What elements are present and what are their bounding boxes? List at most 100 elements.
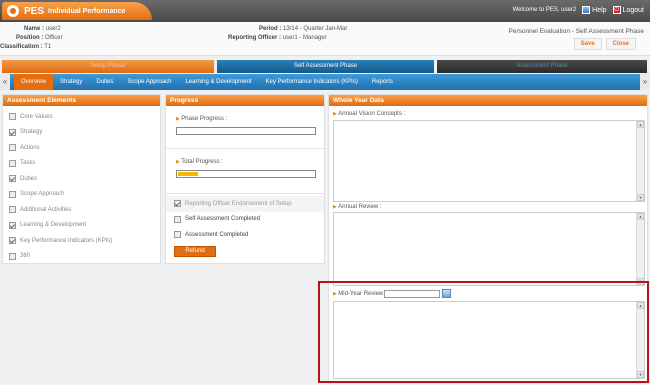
welcome-text: Welcome to PES, user2 (512, 7, 577, 13)
assessment-element-item[interactable]: Scope Approach (3, 187, 160, 203)
classification-label: Classification : (0, 44, 43, 50)
progress-check-label: Reporting Officer Endorsement of Setup (185, 200, 292, 207)
logout-link[interactable]: ⏻ Logout (612, 6, 644, 14)
phase-setup[interactable]: Setup Phase (2, 60, 214, 73)
tab-learning-development[interactable]: Learning & Development (178, 74, 258, 90)
checkbox[interactable] (174, 215, 181, 223)
section-tabs: « Overview Strategy Duties Scope Approac… (0, 74, 650, 90)
progress-panel: Progress Phase Progress : Total Progress… (165, 94, 325, 264)
help-label: Help (592, 6, 607, 14)
assessment-element-label: Actions (20, 144, 40, 151)
assessment-element-label: Tasks (20, 160, 36, 167)
scroll-up-icon[interactable]: ▲ (637, 213, 644, 220)
assessment-element-label: Learning & Development (20, 222, 87, 229)
checkbox[interactable] (9, 206, 16, 214)
logo-icon (7, 5, 19, 17)
whole-year-title: Whole Year Data (329, 95, 647, 106)
reporting-officer-label: Reporting Officer : (228, 35, 282, 41)
period-label: Period : (259, 26, 282, 32)
assessment-elements-title: Assessment Elements (3, 95, 160, 106)
checkbox[interactable] (9, 190, 16, 198)
assessment-elements-list: Core Values Strategy Actions Tasks Duties Sco… (3, 106, 160, 264)
progress-check-label: Assessment Completed (185, 231, 249, 238)
assessment-element-item[interactable]: Actions (3, 140, 160, 156)
scroll-down-icon[interactable]: ▼ (637, 194, 644, 201)
progress-check-label: Self Assessment Completed (185, 216, 261, 223)
assessment-element-label: Core Values (20, 113, 53, 120)
tab-reports[interactable]: Reports (365, 74, 400, 90)
evaluation-title: Personnel Evaluation - Self Assessment P… (508, 28, 645, 35)
total-progress: Total Progress : (166, 149, 324, 194)
checkbox[interactable] (9, 221, 16, 229)
position-label: Position : (16, 35, 44, 41)
tab-duties[interactable]: Duties (89, 74, 120, 90)
checkbox[interactable] (174, 231, 181, 239)
refund-button[interactable]: Refund (174, 246, 216, 257)
help-link[interactable]: Help (582, 6, 607, 14)
app-title: Individual Performance (48, 7, 126, 15)
checkbox[interactable] (9, 128, 16, 136)
period-row: Period : 13/14 - Quarter Jan-Mar (259, 26, 347, 32)
tab-strategy[interactable]: Strategy (53, 74, 89, 90)
scroll-right-icon[interactable]: » (640, 74, 650, 90)
assessment-element-label: Additional Activities (20, 206, 72, 213)
position-value: Officer (45, 35, 63, 41)
progress-check-item[interactable]: Reporting Officer Endorsement of Setup (166, 196, 324, 212)
tab-kpis[interactable]: Key Performance Indicators (KPIs) (258, 74, 364, 90)
progress-title: Progress (166, 95, 324, 106)
progress-checklist: Reporting Officer Endorsement of Setup Se… (166, 194, 324, 243)
assessment-element-item[interactable]: Additional Activities (3, 202, 160, 218)
tab-overview[interactable]: Overview (14, 74, 54, 90)
scroll-left-icon[interactable]: « (0, 74, 10, 90)
close-button[interactable]: Close (605, 38, 636, 50)
annual-vision-scrollbar[interactable]: ▲ ▼ (636, 121, 644, 201)
classification-row: Classification : T1 (0, 44, 51, 50)
phase-assessment[interactable]: Assessment Phase (437, 60, 647, 73)
assessment-element-item[interactable]: Strategy (3, 125, 160, 141)
assessment-element-item[interactable]: Core Values (3, 109, 160, 125)
annual-review-scrollbar[interactable]: ▲ ▼ (636, 213, 644, 285)
reporting-officer-row: Reporting Officer : user1 - Manager (228, 35, 327, 41)
assessment-element-label: Duties (20, 175, 38, 182)
logo-text: PES (24, 5, 45, 17)
name-label: Name : (24, 26, 45, 32)
checkbox[interactable] (9, 159, 16, 167)
scroll-up-icon[interactable]: ▲ (637, 121, 644, 128)
checkbox[interactable] (174, 200, 181, 208)
personnel-info: Name : user2 Position : Officer Classifi… (0, 22, 650, 56)
name-value: user2 (45, 26, 61, 32)
highlight-box (318, 281, 649, 383)
checkbox[interactable] (9, 144, 16, 152)
phase-tabs: Setup Phase Self Assessment Phase Assess… (0, 60, 650, 73)
save-button[interactable]: Save (573, 38, 602, 50)
app-logo: PES Individual Performance (2, 2, 152, 20)
checkbox[interactable] (9, 252, 16, 260)
position-row: Position : Officer (16, 35, 63, 41)
name-row: Name : user2 (24, 26, 61, 32)
phase-progress-label: Phase Progress : (176, 116, 314, 122)
logout-label: Logout (622, 6, 644, 14)
annual-vision-textarea[interactable]: ▲ ▼ (333, 120, 645, 202)
progress-check-item[interactable]: Assessment Completed (166, 227, 324, 243)
progress-check-item[interactable]: Self Assessment Completed (166, 212, 324, 228)
annual-review-label: Annual Review : (333, 204, 381, 210)
phase-progress: Phase Progress : (166, 106, 324, 149)
assessment-element-label: Key Performance Indicators (KPIs) (20, 237, 113, 244)
total-progress-fill (178, 172, 199, 176)
tab-scope-approach[interactable]: Scope Approach (120, 74, 178, 90)
help-icon (582, 6, 591, 14)
assessment-elements-panel: Assessment Elements Core Values Strategy A… (2, 94, 161, 264)
assessment-element-label: Scope Approach (20, 191, 65, 198)
assessment-element-item[interactable]: 360 (3, 249, 160, 265)
phase-self-assessment[interactable]: Self Assessment Phase (217, 60, 434, 73)
annual-review-textarea[interactable]: ▲ ▼ (333, 212, 645, 286)
phase-progress-bar (176, 127, 316, 135)
checkbox[interactable] (9, 175, 16, 183)
assessment-element-item[interactable]: Duties (3, 171, 160, 187)
assessment-element-item[interactable]: Key Performance Indicators (KPIs) (3, 233, 160, 249)
period-value: 13/14 - Quarter Jan-Mar (283, 26, 348, 32)
checkbox[interactable] (9, 237, 16, 245)
assessment-element-item[interactable]: Learning & Development (3, 218, 160, 234)
checkbox[interactable] (9, 113, 16, 121)
assessment-element-item[interactable]: Tasks (3, 156, 160, 172)
